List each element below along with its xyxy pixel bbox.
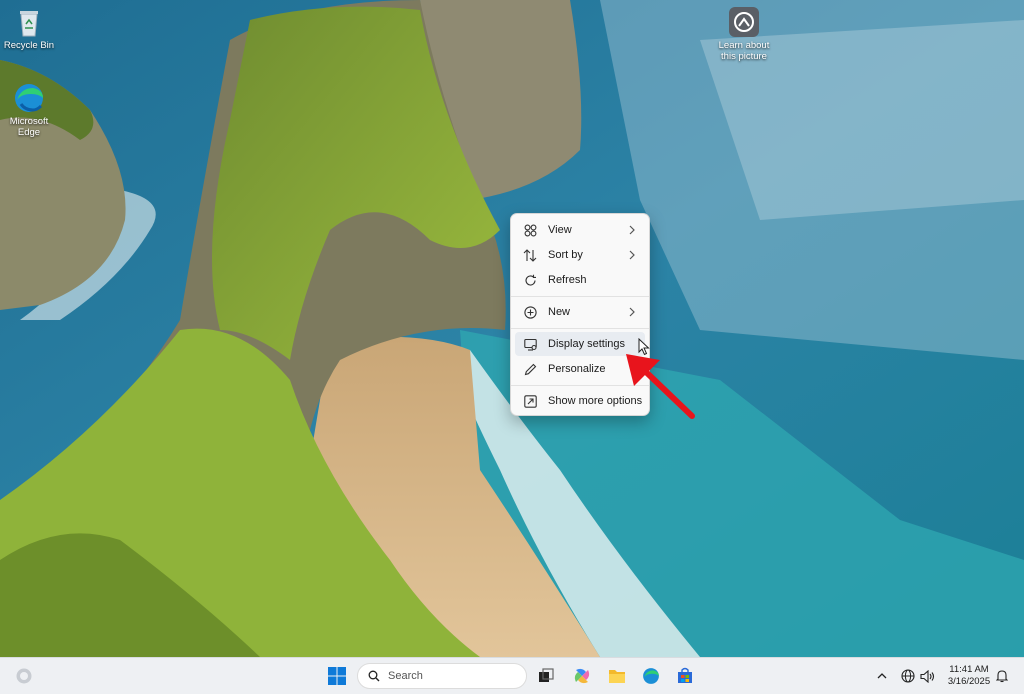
- menu-separator: [511, 328, 649, 329]
- start-button[interactable]: [325, 664, 349, 688]
- show-hidden-icons-button[interactable]: [870, 664, 894, 688]
- menu-separator: [511, 296, 649, 297]
- menu-item-refresh[interactable]: Refresh: [515, 268, 645, 292]
- menu-item-label: View: [548, 224, 572, 236]
- file-explorer-icon: [609, 670, 625, 683]
- menu-item-label: Refresh: [548, 274, 587, 286]
- task-view-icon: [539, 668, 554, 682]
- menu-item-sort-by[interactable]: Sort by: [515, 243, 645, 267]
- speaker-volume-icon: [919, 669, 934, 683]
- chevron-right-icon: [629, 225, 635, 235]
- edge-icon: [643, 668, 659, 684]
- menu-item-view[interactable]: View: [515, 218, 645, 242]
- chevron-right-icon: [629, 307, 635, 317]
- learn-about-picture-icon: [729, 7, 759, 37]
- search-icon: [368, 670, 380, 682]
- desktop-icon-label: Learn about this picture: [718, 40, 770, 62]
- edge-taskbar-button[interactable]: [639, 664, 663, 688]
- globe-network-icon: [901, 669, 915, 683]
- menu-item-label: Personalize: [548, 363, 606, 375]
- taskbar: Search 11:41 AM 3/16/2025: [0, 657, 1024, 694]
- chevron-right-icon: [629, 250, 635, 260]
- desktop-icon-microsoft-edge[interactable]: Microsoft Edge: [0, 82, 62, 138]
- desktop-icon-learn-about-picture[interactable]: Learn about this picture: [712, 6, 776, 62]
- clock-time: 11:41 AM: [949, 664, 989, 675]
- clock-date: 3/16/2025: [947, 676, 991, 687]
- windows-start-icon: [328, 667, 346, 685]
- widgets-icon: [16, 668, 32, 684]
- copilot-button[interactable]: [570, 664, 594, 688]
- new-plus-icon: [523, 305, 537, 319]
- widgets-button[interactable]: [12, 664, 36, 688]
- desktop-icon-recycle-bin[interactable]: Recycle Bin: [0, 6, 62, 51]
- desktop-icon-label: Microsoft Edge: [9, 116, 49, 138]
- display-settings-icon: [523, 337, 537, 351]
- system-clock[interactable]: 11:41 AM 3/16/2025: [942, 664, 996, 688]
- menu-item-label: Display settings: [548, 338, 626, 350]
- menu-item-new[interactable]: New: [515, 300, 645, 324]
- show-more-options-icon: [523, 394, 537, 408]
- menu-item-label: Sort by: [548, 249, 583, 261]
- menu-item-label: New: [548, 306, 571, 318]
- recycle-bin-icon: [20, 11, 38, 37]
- view-grid-icon: [523, 223, 537, 237]
- microsoft-store-button[interactable]: [673, 664, 697, 688]
- file-explorer-button[interactable]: [605, 664, 629, 688]
- microsoft-store-icon: [678, 667, 692, 683]
- sort-icon: [523, 248, 537, 262]
- copilot-icon: [574, 668, 590, 684]
- notifications-button[interactable]: [990, 664, 1014, 688]
- chevron-up-icon: [877, 673, 887, 679]
- annotation-arrow: [626, 354, 695, 419]
- desktop-icon-label: Recycle Bin: [3, 40, 55, 51]
- refresh-icon: [523, 273, 537, 287]
- bell-notification-icon: [996, 670, 1008, 683]
- taskbar-search-box[interactable]: Search: [357, 663, 527, 689]
- personalize-pen-icon: [523, 362, 537, 376]
- volume-button[interactable]: [915, 664, 939, 688]
- task-view-button[interactable]: [534, 664, 558, 688]
- edge-icon: [15, 84, 43, 112]
- search-placeholder: Search: [388, 670, 423, 682]
